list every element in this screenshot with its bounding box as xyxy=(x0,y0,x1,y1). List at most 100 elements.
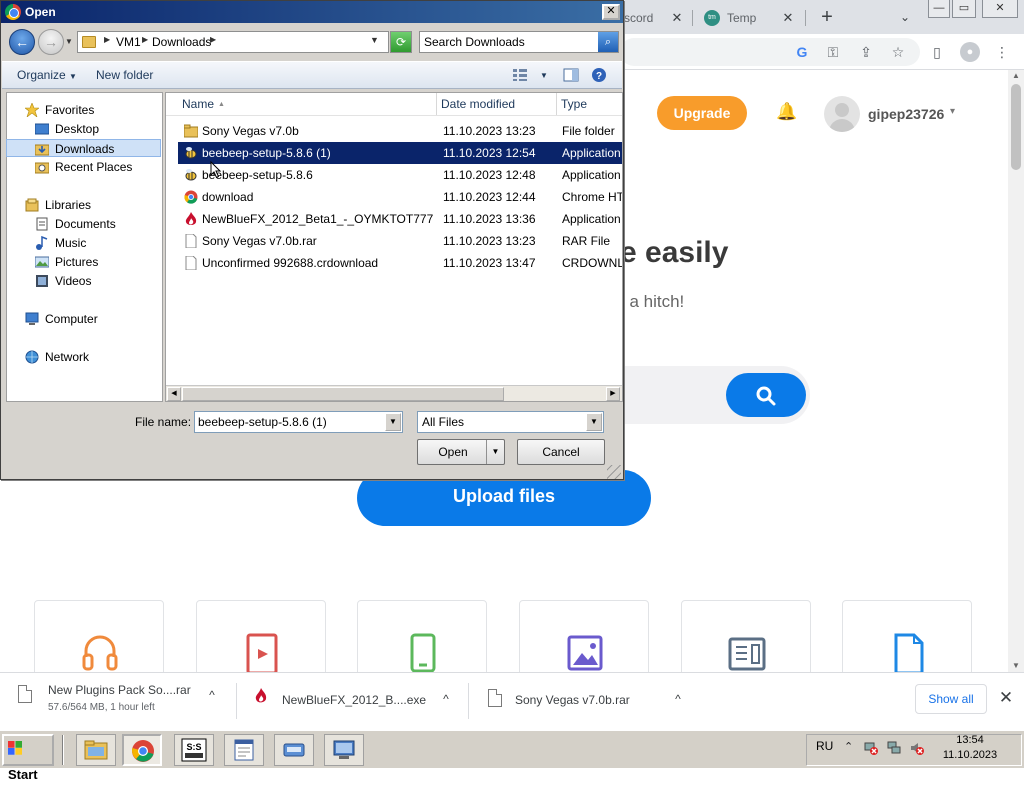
chrome-menu-icon[interactable]: ⋮ xyxy=(992,42,1012,62)
share-icon[interactable]: ⇪ xyxy=(856,42,876,62)
category-card-video[interactable] xyxy=(196,600,326,672)
help-icon[interactable]: ? xyxy=(591,67,607,83)
file-row[interactable]: beebeep-setup-5.8.6 11.10.2023 12:48 App… xyxy=(178,164,622,186)
horizontal-scrollbar-thumb[interactable] xyxy=(182,387,504,401)
side-panel-icon[interactable]: ▯ xyxy=(927,42,947,62)
download-item[interactable]: Sony Vegas v7.0b.rar ^ xyxy=(488,673,688,729)
file-row[interactable]: Sony Vegas v7.0b.rar 11.10.2023 13:23 RA… xyxy=(178,230,622,252)
username[interactable]: gipep23726 xyxy=(868,106,944,122)
column-header-date[interactable]: Date modified xyxy=(437,93,557,115)
open-options-dropdown-icon[interactable]: ▼ xyxy=(486,440,504,464)
explorer-taskbar-button[interactable] xyxy=(76,734,116,766)
breadcrumb-arrow-icon[interactable]: ▶ xyxy=(142,35,148,44)
page-search-button[interactable] xyxy=(726,373,806,417)
breadcrumb-arrow-icon[interactable]: ▶ xyxy=(210,35,216,44)
category-card-image[interactable] xyxy=(519,600,649,672)
search-downloads-box[interactable]: ⌕ xyxy=(419,31,619,53)
tab-search-chevron-icon[interactable]: ⌄ xyxy=(895,6,915,28)
category-card-mobile[interactable] xyxy=(357,600,487,672)
volume-muted-icon[interactable] xyxy=(910,741,924,755)
file-type-select[interactable]: All Files ▼ xyxy=(417,411,604,433)
tab-discord-close-icon[interactable]: ✕ xyxy=(668,6,686,30)
bookmark-star-icon[interactable]: ☆ xyxy=(888,42,908,62)
minimize-button[interactable]: — xyxy=(928,0,950,18)
network-taskbar-button[interactable] xyxy=(324,734,364,766)
download-options-chevron-icon[interactable]: ^ xyxy=(204,687,220,703)
nav-recent-places[interactable]: Recent Places xyxy=(7,158,162,176)
change-view-icon[interactable] xyxy=(512,68,528,82)
category-card-audio[interactable] xyxy=(34,600,164,672)
nav-documents[interactable]: Documents xyxy=(7,215,162,233)
open-button[interactable]: Open ▼ xyxy=(417,439,505,465)
notifications-bell-icon[interactable]: 🔔 xyxy=(776,102,797,122)
nav-videos[interactable]: Videos xyxy=(7,272,162,290)
scroll-left-arrow-icon[interactable]: ◀ xyxy=(167,387,181,401)
new-tab-button[interactable]: + xyxy=(816,4,838,30)
file-row[interactable]: Sony Vegas v7.0b 11.10.2023 13:23 File f… xyxy=(178,120,622,142)
show-all-downloads-button[interactable]: Show all xyxy=(915,684,987,714)
chrome-taskbar-button[interactable] xyxy=(122,734,162,766)
cancel-button[interactable]: Cancel xyxy=(517,439,605,465)
nav-network[interactable]: Network xyxy=(7,348,162,366)
clock-date[interactable]: 11.10.2023 xyxy=(936,749,1004,761)
text-editor-taskbar-button[interactable] xyxy=(224,734,264,766)
nav-pictures[interactable]: Pictures xyxy=(7,253,162,271)
category-card-document[interactable] xyxy=(681,600,811,672)
column-header-name[interactable]: Name ▲ xyxy=(178,93,437,115)
tab-discord-label[interactable]: scord xyxy=(624,6,653,30)
recent-locations-chevron-icon[interactable]: ▼ xyxy=(65,37,73,46)
nav-libraries[interactable]: Libraries xyxy=(7,196,162,214)
language-indicator[interactable]: RU xyxy=(816,739,833,753)
organize-menu[interactable]: Organize ▼ xyxy=(17,68,77,82)
upgrade-button[interactable]: Upgrade xyxy=(657,96,747,130)
column-header-type[interactable]: Type xyxy=(557,93,622,115)
download-item[interactable]: NewBlueFX_2012_B....exe ^ xyxy=(254,673,454,729)
back-button[interactable]: ← xyxy=(9,29,35,55)
file-name-dropdown-icon[interactable]: ▼ xyxy=(385,413,401,431)
search-icon[interactable]: ⌕ xyxy=(598,32,618,52)
page-scrollbar[interactable]: ▲ ▼ xyxy=(1008,70,1024,672)
forward-button[interactable]: → xyxy=(38,29,64,55)
breadcrumb-downloads[interactable]: Downloads xyxy=(152,35,211,49)
resize-grip[interactable] xyxy=(607,465,621,479)
scroll-up-arrow-icon[interactable]: ▲ xyxy=(1008,70,1024,82)
search-input[interactable] xyxy=(422,34,594,50)
refresh-button[interactable]: ⟳ xyxy=(390,31,412,53)
breadcrumb-vm1[interactable]: VM1 xyxy=(116,35,141,49)
dialog-titlebar[interactable]: Open ✕ xyxy=(1,1,623,23)
download-options-chevron-icon[interactable]: ^ xyxy=(670,691,686,707)
dialog-close-button[interactable]: ✕ xyxy=(602,4,620,20)
drive-taskbar-button[interactable] xyxy=(274,734,314,766)
maximize-button[interactable]: ▭ xyxy=(952,0,976,18)
clock-time[interactable]: 13:54 xyxy=(940,734,1000,746)
profile-icon[interactable]: ● xyxy=(960,42,980,62)
address-dropdown-icon[interactable]: ▼ xyxy=(370,35,379,45)
file-name-combobox[interactable]: ▼ xyxy=(194,411,403,433)
nav-downloads[interactable]: Downloads xyxy=(6,139,161,157)
avatar[interactable] xyxy=(824,96,860,132)
file-row-selected[interactable]: beebeep-setup-5.8.6 (1) 11.10.2023 12:54… xyxy=(178,142,622,164)
tab-temp-mail-label[interactable]: Temp Mai xyxy=(727,6,775,30)
window-close-button[interactable]: ✕ xyxy=(982,0,1018,18)
network-status-icon[interactable] xyxy=(887,741,901,755)
nav-computer[interactable]: Computer xyxy=(7,310,162,328)
start-button[interactable]: Start xyxy=(2,734,54,782)
nav-favorites[interactable]: Favorites xyxy=(7,101,162,119)
download-item[interactable]: New Plugins Pack So....rar 57.6/564 MB, … xyxy=(18,673,228,729)
new-folder-button[interactable]: New folder xyxy=(96,68,153,82)
file-row[interactable]: download 11.10.2023 12:44 Chrome HTM xyxy=(178,186,622,208)
close-downloads-bar-icon[interactable]: ✕ xyxy=(996,687,1016,709)
category-card-file[interactable] xyxy=(842,600,972,672)
nav-desktop[interactable]: Desktop xyxy=(7,120,162,138)
scroll-right-arrow-icon[interactable]: ▶ xyxy=(606,387,620,401)
address-breadcrumb[interactable]: ▶ VM1 ▶ Downloads ▶ ▼ xyxy=(77,31,389,53)
google-translate-icon[interactable]: G xyxy=(792,42,812,62)
password-key-icon[interactable]: ⚿ xyxy=(823,42,843,62)
scrollbar-thumb[interactable] xyxy=(1011,84,1021,170)
file-type-dropdown-icon[interactable]: ▼ xyxy=(586,413,602,431)
horizontal-scrollbar[interactable]: ◀ ▶ xyxy=(166,385,622,401)
breadcrumb-arrow-icon[interactable]: ▶ xyxy=(104,35,110,44)
download-options-chevron-icon[interactable]: ^ xyxy=(438,691,454,707)
sas-taskbar-button[interactable]: S:S xyxy=(174,734,214,766)
scroll-down-arrow-icon[interactable]: ▼ xyxy=(1008,660,1024,672)
